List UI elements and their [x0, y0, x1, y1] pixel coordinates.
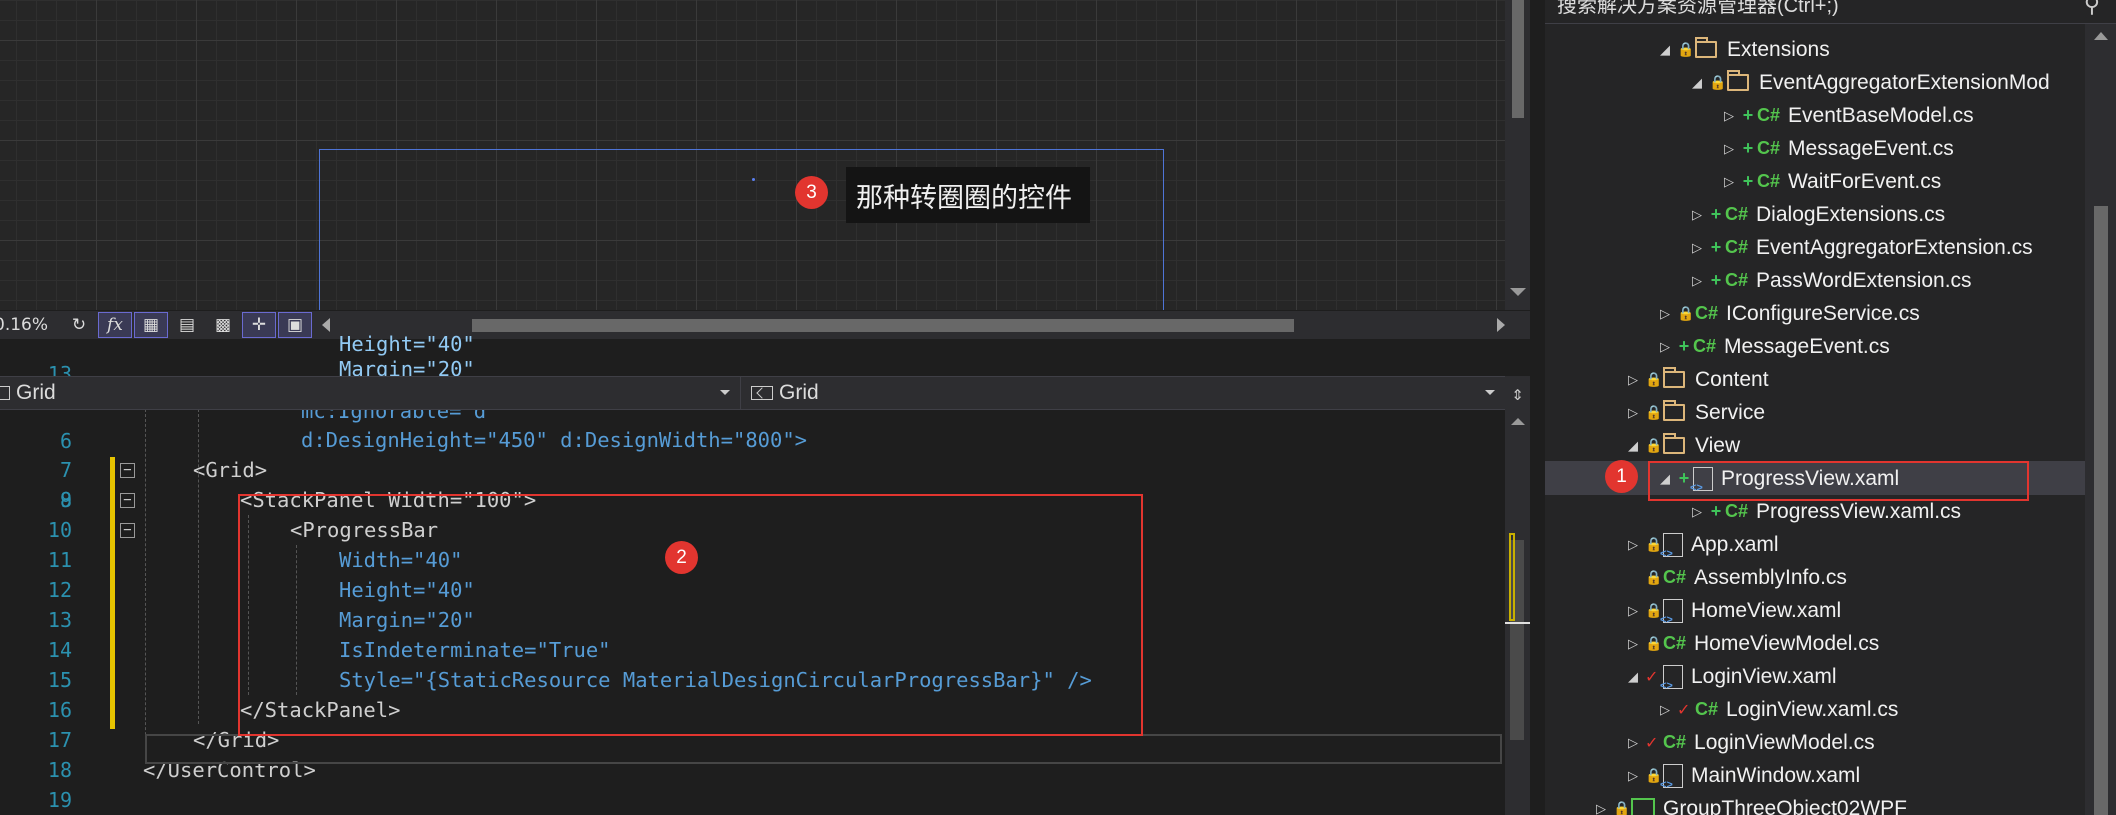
csharp-file-icon: C#: [1663, 567, 1687, 587]
project-icon: [1631, 797, 1655, 815]
indent-guide: [198, 409, 199, 724]
xaml-file-icon: [1660, 763, 1683, 791]
tree-item-assemblyinfo[interactable]: 🔒 C# AssemblyInfo.cs: [1625, 561, 1847, 594]
tree-item-eventaggregatorextension[interactable]: ▷ + C# EventAggregatorExtension.cs: [1689, 231, 2033, 264]
annotation-highlight-box-2: [238, 494, 1143, 736]
tree-item-project[interactable]: ▷ 🔒 GroupThreeObject02WPF: [1593, 792, 1907, 815]
tree-item-mainwindow-xaml[interactable]: ▷🔒MainWindow.xaml: [1625, 759, 1860, 792]
csharp-file-icon: C#: [1757, 138, 1781, 158]
tree-item-loginview-xaml[interactable]: ◢✓LoginView.xaml: [1625, 660, 1837, 693]
tree-item-homeview-xaml[interactable]: ▷🔒HomeView.xaml: [1625, 594, 1841, 627]
tree-item-loginview-xaml-cs[interactable]: ▷ ✓ C# LoginView.xaml.cs: [1657, 693, 1898, 726]
solution-scroll-thumb[interactable]: [2094, 206, 2108, 815]
tree-item-app-xaml[interactable]: ▷🔒App.xaml: [1625, 528, 1779, 561]
editor-navigation-bar: Grid Grid: [0, 376, 1505, 410]
tree-item-extensions[interactable]: ◢ 🔒 Extensions: [1657, 33, 1830, 66]
chevron-down-icon: [1485, 390, 1495, 395]
xaml-file-icon: [1660, 598, 1683, 626]
folder-icon: [1695, 37, 1717, 58]
code-text: d:DesignHeight="450" d:DesignWidth="800"…: [301, 428, 808, 452]
folder-icon: [1663, 433, 1685, 454]
search-placeholder: 搜索解决方案资源管理器(Ctrl+;): [1557, 0, 1839, 17]
progress-indicator-preview: [752, 178, 755, 181]
solution-search-input[interactable]: 搜索解决方案资源管理器(Ctrl+;) ⚲: [1545, 0, 2116, 24]
code-line: 9 <Grid>: [0, 455, 1505, 512]
csharp-file-icon: C#: [1725, 501, 1749, 521]
csharp-file-icon: C#: [1725, 204, 1749, 224]
folder-icon: [1663, 367, 1685, 388]
element-scope-dropdown[interactable]: Grid: [0, 377, 740, 409]
split-pane-bar: [1505, 311, 1530, 339]
scope-label: Grid: [16, 381, 56, 404]
designer-vertical-scrollbar[interactable]: [1505, 0, 1530, 310]
designer-scroll-thumb[interactable]: [1512, 0, 1524, 118]
annotation-badge-3: 3: [795, 176, 828, 209]
change-marker: [1509, 533, 1515, 621]
csharp-file-icon: C#: [1695, 699, 1719, 719]
xaml-file-icon: [1660, 664, 1683, 692]
tree-item-homeviewmodel[interactable]: ▷ 🔒 C# HomeViewModel.cs: [1625, 627, 1879, 660]
tree-item-dialogextensions[interactable]: ▷ + C# DialogExtensions.cs: [1689, 198, 1945, 231]
tree-item-eventaggregatorextensionmod[interactable]: ◢ 🔒 EventAggregatorExtensionMod: [1689, 66, 2050, 99]
collapse-stackpanel-icon[interactable]: −: [120, 493, 135, 508]
tree-item-passwordextension[interactable]: ▷ + C# PassWordExtension.cs: [1689, 264, 1972, 297]
csharp-file-icon: C#: [1725, 270, 1749, 290]
current-line-highlight: [145, 734, 1502, 764]
scroll-down-arrow-icon[interactable]: [1510, 288, 1526, 296]
tree-item-view[interactable]: ◢ 🔒 View: [1625, 429, 1740, 462]
search-icon[interactable]: ⚲: [2084, 0, 2100, 16]
chevron-down-icon: [720, 390, 730, 395]
caret-position-marker: [1505, 622, 1530, 624]
csharp-file-icon: C#: [1725, 237, 1749, 257]
solution-explorer-panel: 搜索解决方案资源管理器(Ctrl+;) ⚲ ◢ 🔒 Extensions ◢ 🔒 Eve…: [1545, 0, 2116, 815]
solution-vertical-scrollbar[interactable]: [2085, 24, 2116, 815]
xaml-designer-canvas[interactable]: 3 那种转圈圈的控件: [0, 0, 1530, 310]
editor-vertical-scrollbar[interactable]: [1505, 410, 1530, 815]
tree-item-messageevent[interactable]: ▷ + C# MessageEvent.cs: [1721, 132, 1954, 165]
csharp-file-icon: C#: [1663, 732, 1687, 752]
element-icon: [751, 386, 773, 400]
member-label: Grid: [779, 381, 819, 404]
code-text: <Grid>: [193, 458, 268, 482]
code-line: 7 d:DesignHeight="450" d:DesignWidth="80…: [0, 425, 1505, 482]
csharp-file-icon: C#: [1757, 105, 1781, 125]
csharp-file-icon: C#: [1663, 633, 1687, 653]
panel-divider[interactable]: [1530, 0, 1545, 815]
tree-item-waitforevent[interactable]: ▷ + C# WaitForEvent.cs: [1721, 165, 1941, 198]
tree-item-iconfigureservice[interactable]: ▷ 🔒 C# IConfigureService.cs: [1657, 297, 1920, 330]
annotation-tooltip: 那种转圈圈的控件: [846, 167, 1090, 223]
element-icon: [0, 386, 10, 400]
scroll-up-arrow-icon[interactable]: [2094, 32, 2108, 40]
tree-item-loginviewmodel[interactable]: ▷ ✓ C# LoginViewModel.cs: [1625, 726, 1875, 759]
element-member-dropdown[interactable]: Grid: [740, 377, 1505, 409]
collapse-progressbar-icon[interactable]: −: [120, 523, 135, 538]
csharp-file-icon: C#: [1757, 171, 1781, 191]
folder-icon: [1663, 400, 1685, 421]
annotation-highlight-box-1: [1648, 461, 2029, 501]
tree-item-messageevent-root[interactable]: ▷ + C# MessageEvent.cs: [1657, 330, 1890, 363]
indent-guide: [145, 409, 146, 755]
annotation-badge-2: 2: [665, 541, 698, 574]
xaml-file-icon: [1660, 532, 1683, 560]
tree-item-eventbasemodel[interactable]: ▷ + C# EventBaseModel.cs: [1721, 99, 1974, 132]
csharp-file-icon: C#: [1693, 336, 1717, 356]
change-indicator-bar: [110, 457, 115, 729]
tree-item-service[interactable]: ▷ 🔒 Service: [1625, 396, 1765, 429]
tree-item-content[interactable]: ▷ 🔒 Content: [1625, 363, 1769, 396]
collapse-grid-icon[interactable]: −: [120, 463, 135, 478]
code-line: 20: [0, 785, 1505, 815]
folder-icon: [1727, 70, 1749, 91]
annotation-badge-1: 1: [1605, 460, 1638, 493]
csharp-file-icon: C#: [1695, 303, 1719, 323]
split-editor-icon[interactable]: ⇕: [1505, 376, 1530, 410]
scroll-up-arrow-icon[interactable]: [1511, 418, 1525, 425]
